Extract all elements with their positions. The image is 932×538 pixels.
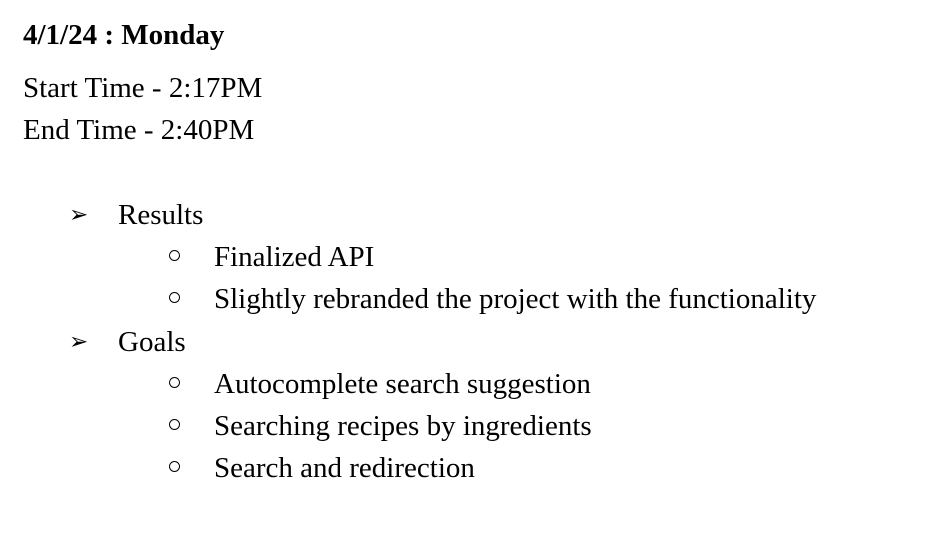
section-label: Results <box>118 199 204 231</box>
list-item-text: Slightly rebranded the project with the … <box>214 283 817 315</box>
list-item: Slightly rebranded the project with the … <box>0 281 932 317</box>
arrowhead-bullet-icon: ➢ <box>69 202 89 228</box>
circle-bullet-icon <box>169 250 180 261</box>
list-item-text: Autocomplete search suggestion <box>214 368 591 400</box>
circle-bullet-icon <box>169 292 180 303</box>
circle-bullet-icon <box>169 461 180 472</box>
section-label: Goals <box>118 326 186 358</box>
document-page: 4/1/24 : Monday Start Time - 2:17PM End … <box>0 0 932 538</box>
list-item: Finalized API <box>0 239 932 275</box>
section-results: ➢ Results <box>0 197 932 233</box>
circle-bullet-icon <box>169 419 180 430</box>
list-item-text: Search and redirection <box>214 452 475 484</box>
list-item: Search and redirection <box>0 450 932 486</box>
start-time: Start Time - 2:17PM <box>23 72 263 104</box>
section-goals: ➢ Goals <box>0 324 932 360</box>
list-item-text: Finalized API <box>214 241 375 273</box>
list-item-text: Searching recipes by ingredients <box>214 410 592 442</box>
end-time: End Time - 2:40PM <box>23 114 255 146</box>
date-heading: 4/1/24 : Monday <box>23 19 225 51</box>
arrowhead-bullet-icon: ➢ <box>69 329 89 355</box>
list-item: Searching recipes by ingredients <box>0 408 932 444</box>
list-item: Autocomplete search suggestion <box>0 366 932 402</box>
circle-bullet-icon <box>169 377 180 388</box>
